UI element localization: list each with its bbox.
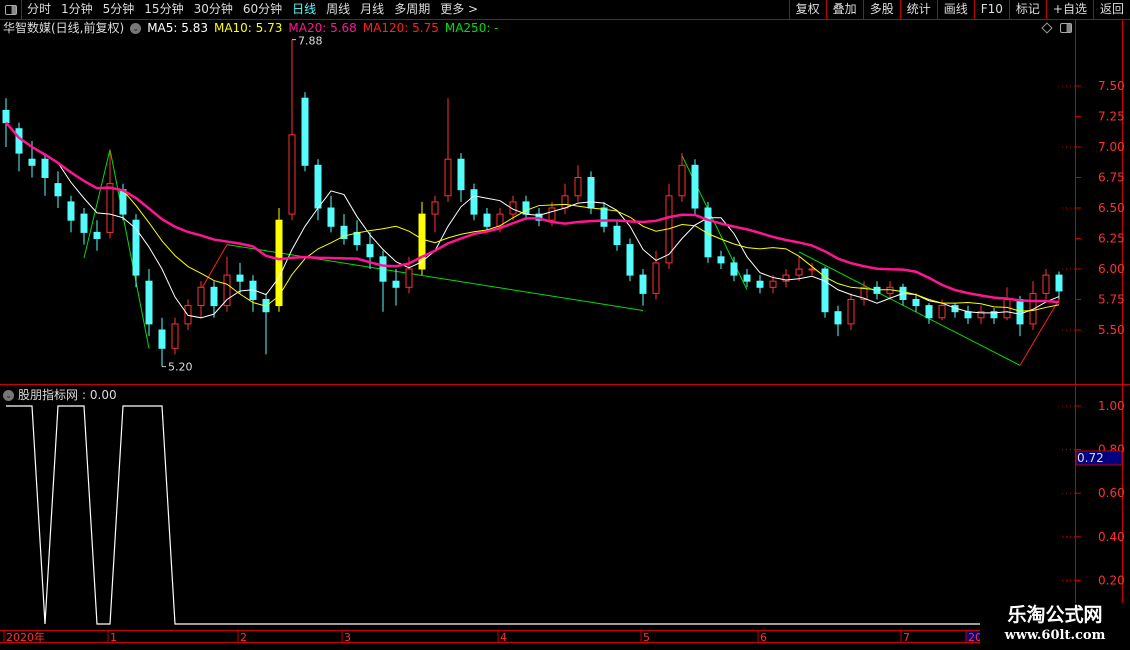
price-tick-label: 6.75 [1098, 171, 1125, 185]
candle-body [158, 329, 166, 349]
indicator-tick-label: 0.60 [1098, 486, 1125, 500]
zigzag-line [798, 251, 1021, 366]
candle-body [808, 268, 816, 271]
candle-body [639, 274, 647, 294]
candle-body [301, 97, 309, 166]
price-tick-label: 6.50 [1098, 201, 1125, 215]
annotation-label: 5.20 [168, 361, 193, 374]
candle-body [210, 286, 218, 307]
candle-body [236, 274, 244, 282]
price-tick-label: 5.75 [1098, 293, 1125, 307]
candle-body [67, 201, 75, 221]
time-label: 7 [903, 631, 910, 644]
candle-body [522, 201, 530, 215]
annotation-label: 7.88 [298, 35, 323, 48]
candle-body [41, 158, 49, 178]
candle-body [197, 286, 205, 307]
candle-body [652, 262, 660, 294]
time-label: 2 [240, 631, 247, 644]
candle-body [15, 128, 23, 154]
indicator-tick-label: 1.00 [1098, 399, 1125, 413]
candle-body [353, 231, 361, 246]
price-tick-label: 7.00 [1098, 140, 1125, 154]
candle-body [223, 274, 231, 307]
candle-body [457, 158, 465, 191]
candle-body [769, 280, 777, 288]
watermark-logo: 乐淘公式网 www.60lt.com [980, 603, 1130, 650]
watermark-title: 乐淘公式网 [1007, 604, 1103, 626]
candle-body [405, 268, 413, 288]
time-label: 6 [760, 631, 767, 644]
candle-body [1055, 274, 1063, 292]
current-value-label: 0.72 [1077, 451, 1104, 465]
candle-body [678, 164, 686, 197]
candle-body [2, 109, 10, 124]
candle-body [587, 177, 595, 209]
candle-body [938, 305, 946, 319]
candle-body [743, 274, 751, 282]
candle-body [431, 201, 439, 215]
candle-body [873, 286, 881, 294]
candle-body [548, 207, 556, 221]
price-tick-label: 6.00 [1098, 262, 1125, 276]
candle-body [392, 280, 400, 288]
candle-body [54, 183, 62, 197]
candle-body [444, 158, 452, 197]
ma10-line [5, 122, 1060, 312]
candle-body [327, 207, 335, 227]
indicator-tick-label: 0.40 [1098, 530, 1125, 544]
candle-body [964, 311, 972, 319]
candle-body [106, 183, 114, 233]
candle-body [171, 323, 179, 349]
candle-body [288, 134, 296, 215]
candle-body [925, 305, 933, 319]
candle-body [847, 299, 855, 325]
candle-body [28, 158, 36, 166]
candle-body [366, 244, 374, 258]
candle-body [1042, 274, 1050, 294]
time-label: 2020年 [6, 630, 45, 644]
candle-body [730, 262, 738, 276]
candle-body [379, 256, 387, 282]
candle-body [613, 225, 621, 246]
price-tick-label: 7.25 [1098, 110, 1125, 124]
indicator-tick-label: 0.20 [1098, 573, 1125, 587]
price-tick-label: 5.50 [1098, 323, 1125, 337]
candle-body [691, 164, 699, 209]
candle-body [145, 280, 153, 325]
candle-body [93, 231, 101, 239]
candle-body [756, 280, 764, 288]
price-tick-label: 7.50 [1098, 79, 1125, 93]
candle-body [470, 189, 478, 215]
time-label: 1 [110, 631, 117, 644]
time-label: 4 [500, 631, 507, 644]
candle-body [912, 299, 920, 307]
watermark-url: www.60lt.com [1004, 628, 1106, 643]
candle-body [314, 164, 322, 209]
candle-body [834, 311, 842, 325]
indicator-line [6, 405, 1070, 625]
candle-body [561, 195, 569, 209]
candle-body [574, 177, 582, 197]
candle-body [483, 213, 491, 227]
kline-chart[interactable]: 7.50 7.25 7.00 6.75 6.50 6.25 6.00 5.75 5.50 1.00… [0, 0, 1130, 650]
candle-body [717, 256, 725, 264]
candle-body [80, 213, 88, 233]
price-tick-label: 6.25 [1098, 232, 1125, 246]
candle-body [626, 244, 634, 276]
candle-body [1016, 299, 1024, 325]
candle-body [600, 207, 608, 227]
candle-body [418, 213, 426, 270]
time-label: 5 [643, 631, 650, 644]
candle-body [795, 268, 803, 276]
ma20-line [5, 121, 1060, 304]
candle-body [1003, 299, 1011, 319]
time-label: 3 [344, 631, 351, 644]
